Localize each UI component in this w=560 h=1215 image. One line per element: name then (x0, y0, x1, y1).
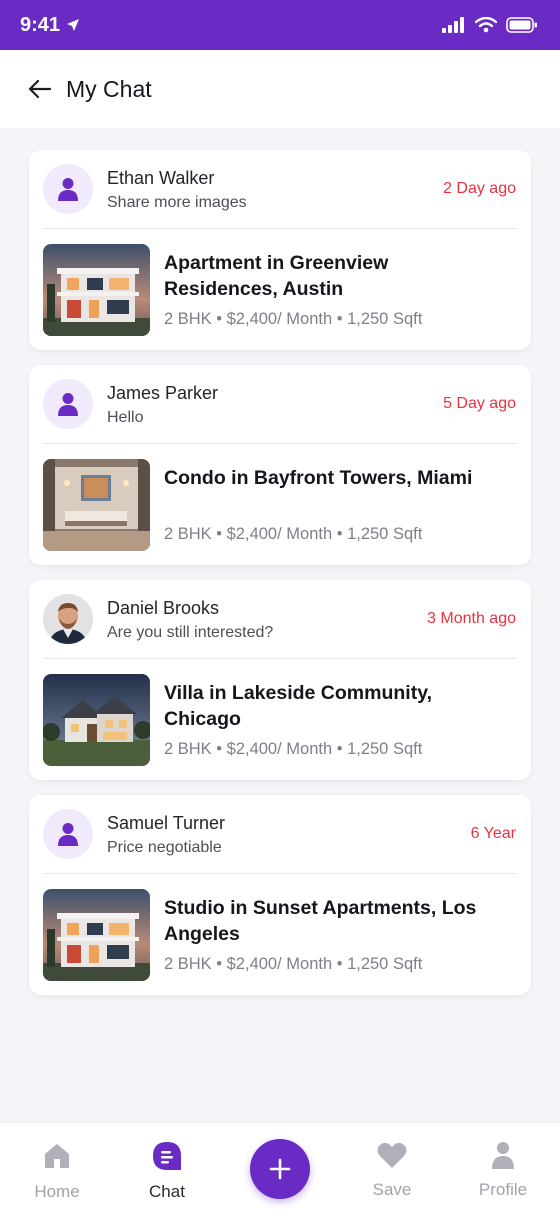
chat-user-name: Samuel Turner (107, 813, 226, 833)
chat-card[interactable]: James Parker Hello 5 Day ago Condo in Ba… (29, 365, 531, 565)
wifi-icon (475, 17, 497, 33)
property-thumbnail (43, 889, 150, 981)
battery-icon (506, 17, 537, 33)
divider (43, 658, 517, 659)
nav-save[interactable]: Save (347, 1141, 437, 1200)
property-meta: 2 BHK • $2,400/ Month • 1,250 Sqft (164, 740, 423, 758)
chat-icon (153, 1142, 181, 1170)
avatar (43, 379, 93, 429)
chat-time: 3 Month ago (427, 610, 516, 627)
plus-icon (269, 1158, 291, 1180)
user-icon (58, 393, 78, 416)
status-time: 9:41 (20, 14, 80, 37)
chat-user-name: Daniel Brooks (107, 598, 220, 618)
chat-last-message: Share more images (107, 194, 247, 211)
property-title: Villa in Lakeside Community, Chicago (164, 682, 433, 730)
divider (43, 873, 517, 874)
divider (43, 443, 517, 444)
chat-last-message: Price negotiable (107, 839, 222, 856)
nav-chat-label: Chat (149, 1182, 185, 1201)
status-time-text: 9:41 (20, 13, 61, 36)
property-thumbnail (43, 244, 150, 336)
user-icon (58, 823, 78, 846)
app-header: My Chat (0, 50, 560, 128)
chat-last-message: Hello (107, 409, 144, 426)
chat-time: 6 Year (470, 825, 516, 842)
chat-time: 2 Day ago (443, 180, 516, 197)
status-icons (442, 17, 538, 33)
nav-save-label: Save (372, 1180, 412, 1199)
property-title: Apartment in Greenview Residences, Austi… (164, 252, 389, 300)
chat-card[interactable]: Ethan Walker Share more images 2 Day ago… (29, 150, 531, 350)
back-button[interactable] (28, 77, 52, 101)
avatar (43, 164, 93, 214)
property-meta: 2 BHK • $2,400/ Month • 1,250 Sqft (164, 525, 423, 543)
interior-room-image (43, 459, 150, 551)
add-button[interactable] (250, 1139, 310, 1199)
home-icon (45, 1144, 69, 1168)
villa-image (43, 674, 150, 766)
arrow-left-icon (29, 80, 51, 98)
nav-home-label: Home (34, 1182, 80, 1201)
avatar (43, 594, 93, 644)
heart-icon (377, 1142, 407, 1168)
modern-house-image (43, 889, 150, 981)
nav-profile-label: Profile (478, 1180, 528, 1199)
property-meta: 2 BHK • $2,400/ Month • 1,250 Sqft (164, 955, 423, 973)
property-title: Condo in Bayfront Towers, Miami (164, 467, 473, 489)
profile-icon (492, 1142, 514, 1169)
nav-profile[interactable]: Profile (458, 1141, 548, 1200)
property-title: Studio in Sunset Apartments, Los Angeles (164, 897, 477, 945)
property-thumbnail (43, 459, 150, 551)
location-arrow-icon (67, 19, 80, 31)
status-bar: 9:41 (0, 0, 560, 50)
property-thumbnail (43, 674, 150, 766)
chat-user-name: James Parker (107, 383, 219, 403)
nav-home[interactable]: Home (12, 1141, 102, 1202)
chat-card[interactable]: Daniel Brooks Are you still interested? … (29, 580, 531, 780)
page-title: My Chat (66, 75, 152, 102)
chat-time: 5 Day ago (443, 395, 516, 412)
chat-user-name: Ethan Walker (107, 168, 215, 188)
user-icon (58, 178, 78, 201)
user-photo (43, 594, 93, 644)
property-meta: 2 BHK • $2,400/ Month • 1,250 Sqft (164, 310, 423, 328)
divider (43, 228, 517, 229)
chat-last-message: Are you still interested? (107, 624, 274, 641)
avatar (43, 809, 93, 859)
modern-house-image (43, 244, 150, 336)
nav-chat[interactable]: Chat (122, 1141, 212, 1202)
bottom-nav: Home Chat Save Profile (0, 1122, 560, 1215)
chat-list: Ethan Walker Share more images 2 Day ago… (29, 150, 531, 1010)
signal-icon (442, 17, 464, 33)
chat-card[interactable]: Samuel Turner Price negotiable 6 Year St… (29, 795, 531, 995)
